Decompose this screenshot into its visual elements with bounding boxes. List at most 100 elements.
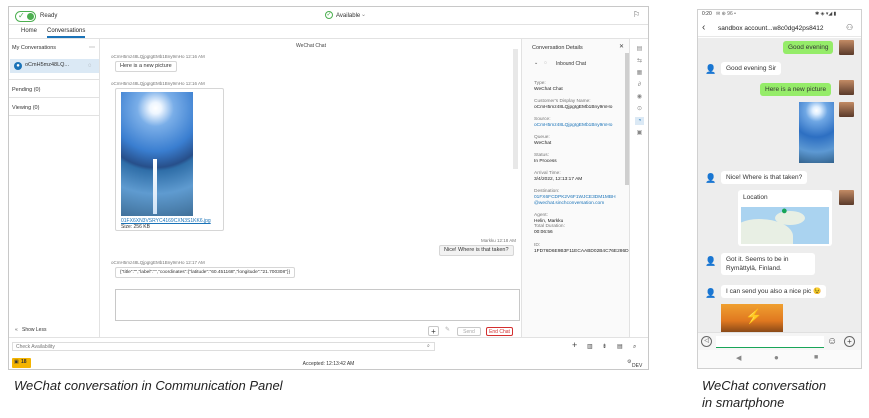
user-avatar-icon: 👤 bbox=[705, 288, 717, 298]
contact-icon[interactable]: ◉ bbox=[635, 93, 644, 101]
detail-value: WeChat bbox=[534, 141, 552, 146]
detail-value: 3/4/2022, 12:13:17 AM bbox=[534, 177, 583, 182]
message-nice-pic: I can send you also a nice pic 😉 bbox=[721, 285, 827, 298]
sunset-photo[interactable]: ⚡ bbox=[721, 304, 783, 332]
chevron-down-icon[interactable]: ⌄ bbox=[361, 11, 366, 19]
right-caption-line1: WeChat conversation bbox=[702, 378, 827, 393]
my-conversations-heading: My Conversations bbox=[12, 45, 57, 51]
close-icon[interactable]: ✕ bbox=[619, 43, 624, 51]
divider bbox=[9, 115, 99, 116]
conversation-sidebar: My Conversations ⋯ ● oCmH5mz48LQ... ◌ Pe… bbox=[9, 39, 100, 337]
send-button[interactable]: Send bbox=[457, 327, 481, 336]
chat-title: WeChat Chat bbox=[296, 43, 326, 49]
end-chat-button[interactable]: End Chat bbox=[486, 327, 513, 336]
calendar-icon[interactable]: ▦ bbox=[635, 69, 644, 77]
top-bar: ✓ Ready ✓ Available ⌄ ⚐ bbox=[9, 7, 648, 25]
detail-value: WeChat Chat bbox=[534, 87, 563, 92]
avatar bbox=[839, 190, 854, 205]
left-caption: WeChat conversation in Communication Pan… bbox=[14, 378, 283, 393]
status-bar: 0:20 ✉ ⊕ 96 • ✱ ◈ ▾◢ ▮ bbox=[698, 10, 861, 19]
image-message: 01FX6XN3VSRYC4169CXN3S1KK6.jpg Size: 256… bbox=[115, 88, 224, 231]
chat-details-icon[interactable]: ◔ bbox=[635, 117, 644, 125]
right-caption-line2: in smartphone bbox=[702, 395, 785, 410]
detail-value[interactable]: oCmH5mz48LQjpgIgEMb1Bny9mHo bbox=[534, 123, 626, 129]
history-icon[interactable]: ▣ bbox=[635, 129, 644, 137]
location-card[interactable]: Location ● bbox=[738, 190, 832, 246]
search-contact-icon[interactable]: ⊙ bbox=[635, 105, 644, 113]
user-avatar-icon: 👤 bbox=[705, 64, 717, 74]
sent-photo[interactable] bbox=[799, 102, 834, 163]
user-avatar-icon: ● bbox=[14, 62, 22, 70]
map-pin-icon: ● bbox=[781, 207, 788, 217]
accepted-time: Accepted: 12:13:42 AM bbox=[302, 361, 355, 367]
message-bubble: Nice! Where is that taken? bbox=[439, 245, 514, 256]
pending-section[interactable]: Pending (0) bbox=[12, 87, 98, 94]
add-button[interactable]: + bbox=[428, 326, 439, 336]
back-arrow-icon[interactable]: ‹ bbox=[702, 22, 705, 34]
document-icon[interactable]: ▤ bbox=[635, 45, 644, 53]
avatar bbox=[839, 80, 854, 95]
map-thumbnail: ● bbox=[741, 207, 829, 244]
show-less-button[interactable]: Show Less bbox=[22, 327, 46, 334]
dev-icon: ⚙ bbox=[627, 359, 632, 365]
viewing-section[interactable]: Viewing (0) bbox=[12, 105, 98, 112]
availability-dropdown[interactable]: Available bbox=[336, 12, 360, 20]
chat-icon: ◌ bbox=[88, 63, 92, 69]
avatar bbox=[839, 102, 854, 117]
nav-tabs: Home Conversations bbox=[9, 25, 648, 39]
recent-nav-icon[interactable]: ■ bbox=[814, 354, 818, 361]
attachment-icon[interactable]: ∂ bbox=[635, 81, 644, 89]
detail-value[interactable]: 01FX6FCDPK2V6F1WJCE3DM1MBH @wechat.sinch… bbox=[534, 195, 626, 207]
message-where: Nice! Where is that taken? bbox=[721, 171, 808, 184]
back-nav-icon[interactable]: ◀ bbox=[736, 354, 741, 362]
scrollbar[interactable] bbox=[513, 49, 518, 169]
emoji-icon[interactable]: ☺ bbox=[827, 335, 837, 348]
detail-value: 1FD76D6E9B3F11ECAABD02B4C76E286D bbox=[534, 249, 629, 254]
conversation-item[interactable]: ● oCmH5mz48LQ... ◌ bbox=[10, 59, 99, 73]
pen-icon[interactable]: ✎ bbox=[445, 326, 450, 334]
available-check-icon: ✓ bbox=[325, 11, 333, 19]
message-meta: oCmH5mz48LQjpgIgEMb1Bny9mHo 12:16 AM bbox=[111, 54, 205, 59]
show-less-chevron-icon[interactable]: « bbox=[15, 327, 18, 334]
chevron-down-icon[interactable]: ⌄ bbox=[534, 60, 538, 67]
message-input[interactable] bbox=[115, 289, 520, 321]
plus-icon[interactable]: + bbox=[844, 336, 855, 347]
tab-conversations[interactable]: Conversations bbox=[47, 28, 86, 38]
divider bbox=[9, 97, 99, 98]
transfer-icon[interactable]: ⇆ bbox=[635, 57, 644, 65]
sunset-photo[interactable] bbox=[121, 92, 193, 216]
voice-icon[interactable]: ◁ bbox=[701, 336, 712, 347]
status-icons: ✉ ⊕ 96 • bbox=[716, 11, 736, 17]
home-nav-icon[interactable]: ● bbox=[774, 353, 779, 362]
message-good-evening-sir: Good evening Sir bbox=[721, 62, 782, 75]
list-icon[interactable]: ▤ bbox=[617, 343, 623, 351]
zoom-icon[interactable]: ⌕ bbox=[633, 343, 636, 351]
tab-home[interactable]: Home bbox=[21, 28, 37, 34]
check-availability-input[interactable]: Check Availability bbox=[12, 342, 435, 351]
right-rail: ▤ ⇆ ▦ ∂ ◉ ⊙ ◔ ▣ bbox=[629, 39, 648, 337]
plus-icon[interactable]: + bbox=[572, 340, 577, 350]
toggle-knob bbox=[27, 13, 34, 20]
search-icon[interactable]: ⌕ bbox=[427, 343, 430, 350]
section-title: Inbound Chat bbox=[556, 61, 587, 67]
more-icon[interactable]: ⋯ bbox=[89, 44, 95, 52]
file-size: Size: 256 KB bbox=[121, 224, 150, 230]
user-avatar-icon: 👤 bbox=[705, 256, 717, 266]
trash-icon[interactable]: ▥ bbox=[587, 343, 593, 351]
status-time: 0:20 bbox=[702, 11, 712, 17]
detail-value: oCmH5mz48LQjpgIgEMb1Bny9mHo bbox=[534, 105, 613, 110]
profile-icon[interactable]: ⚇ bbox=[846, 23, 853, 32]
communication-panel: ✓ Ready ✓ Available ⌄ ⚐ Home Conversatio… bbox=[8, 6, 649, 370]
details-heading: Conversation Details bbox=[532, 45, 583, 51]
message-got-it: Got it. Seems to be in Rymättylä, Finlan… bbox=[721, 253, 815, 275]
text-input[interactable] bbox=[716, 336, 824, 348]
notification-icon[interactable]: ⚐ bbox=[633, 10, 640, 19]
input-bar: ◁ ☺ + bbox=[698, 332, 861, 350]
power-pylon-icon: ⚡ bbox=[745, 308, 763, 324]
avatar bbox=[839, 40, 854, 55]
detail-value: 00:06:56 bbox=[534, 230, 553, 235]
filter-icon[interactable]: ⇟ bbox=[602, 343, 607, 351]
chat-header: ‹ sandbox account...w8c0dg42ps8412 ⚇ bbox=[698, 21, 861, 37]
dev-label: DEV bbox=[632, 363, 643, 369]
ready-toggle[interactable]: ✓ bbox=[15, 11, 36, 22]
